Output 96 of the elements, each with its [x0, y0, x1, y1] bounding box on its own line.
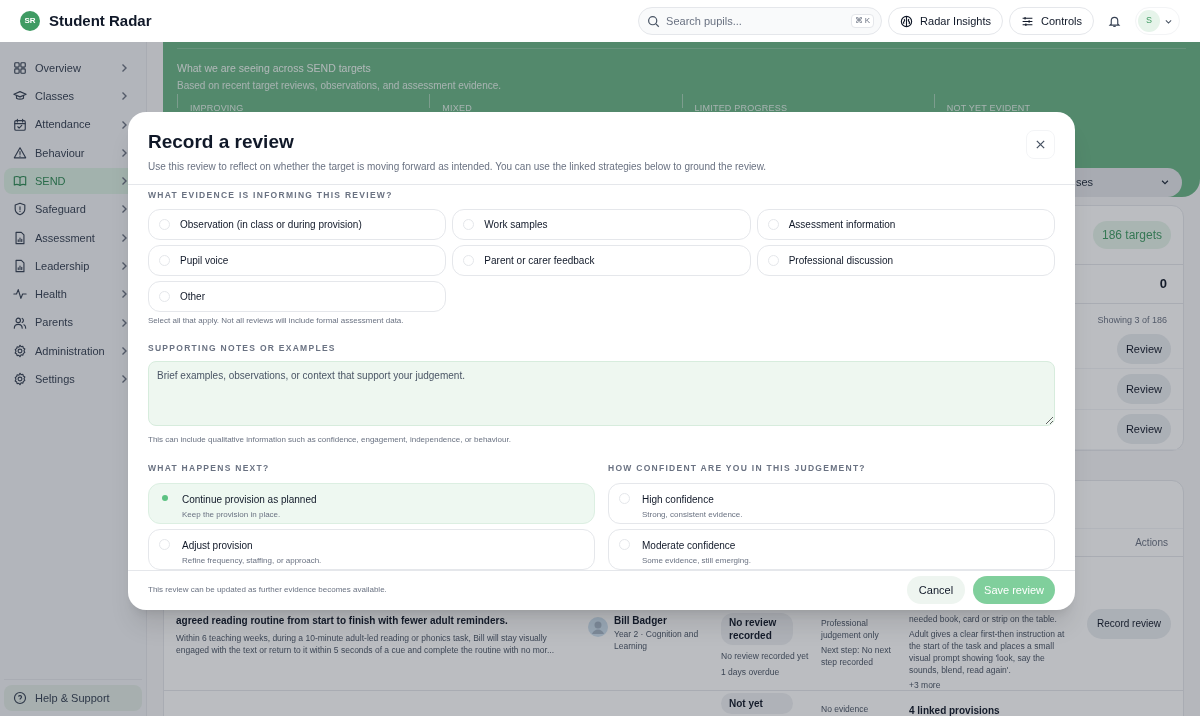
- shortcut-hint: ⌘ K: [850, 14, 875, 28]
- dialog-title: Record a review: [148, 130, 295, 154]
- user-avatar: S: [1138, 10, 1160, 32]
- record-review-button[interactable]: Record review: [1087, 608, 1171, 639]
- cancel-button[interactable]: Cancel: [906, 576, 966, 605]
- overdue-note: 1 days overdue: [721, 665, 781, 679]
- category-label: MIXED: [442, 102, 472, 113]
- panel-subtitle: Based on recent target reviews, observations, and assessment evidence.: [177, 78, 503, 93]
- panel-title: What we are seeing across SEND targets: [177, 61, 372, 76]
- brain-icon: [900, 14, 914, 28]
- warning-icon: [13, 145, 27, 160]
- pulse-icon: [13, 287, 27, 302]
- document-chart-icon: [13, 259, 27, 274]
- pupil-avatar: [588, 616, 608, 637]
- section-label: HOW CONFIDENT ARE YOU IN THIS JUDGEMENT?: [608, 462, 867, 475]
- radio-option[interactable]: Continue provision as planned Keep the provision in place.: [148, 482, 595, 524]
- sidebar-item[interactable]: Assessment: [4, 224, 142, 251]
- sidebar-item[interactable]: Settings: [4, 366, 142, 393]
- section-label: SUPPORTING NOTES OR EXAMPLES: [148, 342, 337, 355]
- logo-icon: SR: [20, 11, 40, 31]
- sidebar-item[interactable]: Behaviour: [4, 139, 142, 166]
- target-description: Within 6 teaching weeks, during a 10-minute adult-led reading or phonics task, Bill will stay visually engaged with the text or return to it within 5 seconds of a cue and complete the routine with no mor...: [176, 631, 555, 656]
- gear-icon: [13, 343, 27, 358]
- category-label: IMPROVING: [190, 102, 244, 113]
- provision-note: Adult gives a clear first-then instruction at the start of the task and places a small visual prompt showing 'look, say the sounds, blend, read again'.: [909, 627, 1066, 676]
- people-icon: [13, 315, 27, 330]
- search-icon: [647, 15, 661, 28]
- sliders-icon: [1021, 14, 1035, 28]
- target-title: agreed reading routine from start to finish with fewer adult reminders.: [176, 613, 509, 628]
- radio-option[interactable]: High confidence Strong, consistent evidence.: [608, 482, 1055, 524]
- hint-text: This can include qualitative information such as confidence, engagement, independence, or behaviour.: [148, 434, 512, 446]
- pupil-name: Bill Badger: [614, 613, 668, 628]
- footer-note: This review can be updated as further evidence becomes available.: [148, 584, 387, 597]
- status-badge: No review recorded: [721, 612, 793, 645]
- gear-icon: [13, 372, 27, 387]
- category-label: NOT YET EVIDENT: [946, 102, 1031, 113]
- option-title: Adjust provision: [182, 538, 254, 553]
- close-button[interactable]: [1026, 130, 1055, 159]
- document-chart-icon: [13, 230, 27, 245]
- evidence-option[interactable]: Assessment information: [756, 209, 1055, 241]
- review-button[interactable]: Review: [1116, 373, 1171, 405]
- help-link[interactable]: Help & Support: [4, 685, 142, 711]
- sidebar-item[interactable]: Overview: [4, 55, 142, 81]
- evidence-option[interactable]: Work samples: [452, 209, 751, 241]
- sidebar-item[interactable]: Attendance: [4, 111, 142, 138]
- evidence-option[interactable]: Other: [148, 281, 447, 313]
- notes-field[interactable]: Brief examples, observations, or context that support your judgement.: [148, 361, 1055, 426]
- review-button[interactable]: Review: [1116, 333, 1171, 365]
- category-label: LIMITED PROGRESS: [694, 102, 788, 113]
- option-title: Continue provision as planned: [182, 492, 317, 507]
- sidebar-item[interactable]: Safeguard: [4, 196, 142, 223]
- sidebar-item[interactable]: Health: [4, 281, 142, 308]
- calendar-icon: [13, 117, 27, 132]
- evidence-option[interactable]: Parent or carer feedback: [452, 245, 751, 277]
- showing-count: Showing 3 of 186: [1097, 313, 1167, 327]
- evidence-option[interactable]: Professional discussion: [756, 245, 1055, 277]
- grid-icon: [13, 61, 27, 75]
- toolbar-button[interactable]: Radar Insights: [888, 7, 1004, 35]
- section-label: WHAT EVIDENCE IS INFORMING THIS REVIEW?: [148, 188, 394, 202]
- status-badge: Not yet: [721, 692, 793, 714]
- status-note: No review recorded yet: [721, 649, 810, 662]
- option-title: Moderate confidence: [642, 538, 737, 553]
- evidence-option[interactable]: Observation (in class or during provision): [148, 209, 447, 241]
- stat-value: 0: [1159, 274, 1167, 293]
- dialog-subtitle: Use this review to reflect on whether the target is moving forward as intended. You can use the linked strategies below to ground the review.: [148, 159, 768, 174]
- next-step-note: Next step: No next step recorded: [821, 643, 892, 668]
- bell-icon[interactable]: [1108, 14, 1121, 28]
- sidebar-item[interactable]: Leadership: [4, 253, 142, 280]
- sidebar-item[interactable]: Classes: [4, 83, 142, 110]
- help-icon: [13, 691, 27, 705]
- toolbar-button[interactable]: Controls: [1009, 7, 1094, 35]
- option-detail: Strong, consistent evidence.: [642, 508, 743, 521]
- hint-text: Select all that apply. Not all reviews will include formal assessment data.: [148, 315, 405, 328]
- evidence-option[interactable]: Pupil voice: [148, 245, 447, 277]
- sidebar-item[interactable]: Parents: [4, 309, 142, 336]
- radio-option[interactable]: Moderate confidence Some evidence, still emerging.: [608, 528, 1055, 570]
- count-badge: 186 targets: [1092, 220, 1171, 249]
- radio-option[interactable]: Adjust provision Refine frequency, staffing, or approach.: [148, 528, 595, 570]
- evidence-note: No evidence: [821, 703, 869, 714]
- more-link[interactable]: +3 more: [909, 678, 1069, 691]
- app-title: Student Radar: [49, 10, 152, 31]
- pupil-detail: Year 2 · Cognition and Learning: [614, 627, 700, 652]
- book-icon: [13, 174, 27, 189]
- evidence-note: Professional judgement only: [821, 616, 880, 641]
- provision-title: 4 linked provisions: [909, 704, 1000, 716]
- section-label: WHAT HAPPENS NEXT?: [148, 462, 271, 475]
- option-detail: Some evidence, still emerging.: [642, 554, 751, 567]
- option-title: High confidence: [642, 492, 715, 507]
- shield-icon: [13, 202, 27, 217]
- review-button[interactable]: Review: [1116, 413, 1171, 445]
- provision-note: needed book, card or strip on the table.: [909, 612, 1058, 625]
- option-detail: Keep the provision in place.: [182, 508, 282, 521]
- column-header: Actions: [1135, 535, 1168, 550]
- sidebar-item[interactable]: Administration: [4, 337, 142, 364]
- close-icon: [1035, 139, 1046, 150]
- option-detail: Refine frequency, staffing, or approach.: [182, 554, 322, 567]
